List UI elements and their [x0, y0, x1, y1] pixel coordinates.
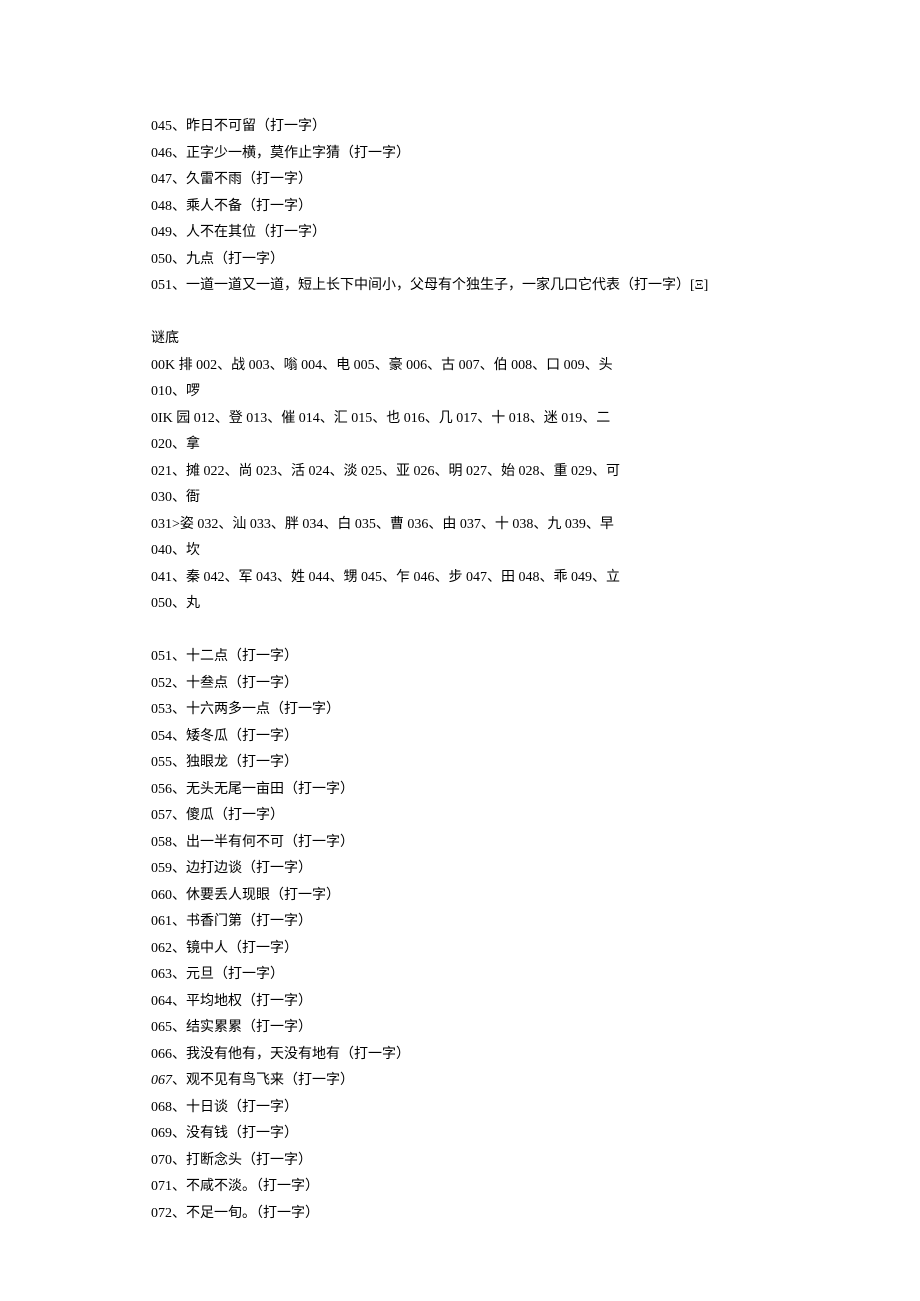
blank-line — [151, 300, 791, 327]
answer-line: 021、摊 022、尚 023、活 024、淡 025、亚 026、明 027、… — [151, 459, 791, 486]
riddle-line: 066、我没有他有，天没有地有（打一字） — [151, 1042, 791, 1069]
riddle-line: 054、矮冬瓜（打一字） — [151, 724, 791, 751]
riddle-line-067: 067、观不见有鸟飞来（打一字） — [151, 1068, 791, 1095]
riddle-line: 062、镜中人（打一字） — [151, 936, 791, 963]
riddle-line: 059、边打边谈（打一字） — [151, 856, 791, 883]
riddle-line: 061、书香门第（打一字） — [151, 909, 791, 936]
answer-line: 041、秦 042、军 043、姓 044、甥 045、乍 046、步 047、… — [151, 565, 791, 592]
riddle-067-text: 、观不见有鸟飞来（打一字） — [172, 1073, 354, 1088]
riddle-line: 058、出一半有何不可（打一字） — [151, 830, 791, 857]
answer-line: 040、坎 — [151, 538, 791, 565]
riddle-line: 064、平均地权（打一字） — [151, 989, 791, 1016]
document-page: 045、昨日不可留（打一字） 046、正字少一横，莫作止字猜（打一字） 047、… — [0, 0, 791, 1227]
riddle-line: 056、无头无尾一亩田（打一字） — [151, 777, 791, 804]
riddle-line: 046、正字少一横，莫作止字猜（打一字） — [151, 141, 791, 168]
riddle-line: 053、十六两多一点（打一字） — [151, 697, 791, 724]
riddle-line: 048、乘人不备（打一字） — [151, 194, 791, 221]
answer-line: 020、拿 — [151, 432, 791, 459]
answer-line: 0IK 园 012、登 013、催 014、汇 015、也 016、几 017、… — [151, 406, 791, 433]
riddle-line: 068、十日谈（打一字） — [151, 1095, 791, 1122]
riddle-line: 057、傻瓜（打一字） — [151, 803, 791, 830]
riddle-line: 052、十叁点（打一字） — [151, 671, 791, 698]
answer-line: 00K 排 002、战 003、嗡 004、电 005、豪 006、古 007、… — [151, 353, 791, 380]
riddle-line: 063、元旦（打一字） — [151, 962, 791, 989]
riddle-line: 070、打断念头（打一字） — [151, 1148, 791, 1175]
riddle-line: 069、没有钱（打一字） — [151, 1121, 791, 1148]
riddle-line: 065、结实累累（打一字） — [151, 1015, 791, 1042]
answer-line: 010、啰 — [151, 379, 791, 406]
riddle-line: 071、不咸不淡。（打一字） — [151, 1174, 791, 1201]
riddle-line: 051、一道一道又一道，短上长下中间小，父母有个独生子，一家几口它代表（打一字）… — [151, 273, 791, 300]
answer-line: 050、丸 — [151, 591, 791, 618]
answers-heading: 谜底 — [151, 326, 791, 353]
answer-line: 031>姿 032、汕 033、胖 034、白 035、曹 036、由 037、… — [151, 512, 791, 539]
riddle-line: 045、昨日不可留（打一字） — [151, 114, 791, 141]
riddle-line: 050、九点（打一字） — [151, 247, 791, 274]
riddle-line: 060、休要丢人现眼（打一字） — [151, 883, 791, 910]
riddle-line: 047、久雷不雨（打一字） — [151, 167, 791, 194]
riddle-line: 049、人不在其位（打一字） — [151, 220, 791, 247]
riddle-line: 051、十二点（打一字） — [151, 644, 791, 671]
answer-line: 030、衙 — [151, 485, 791, 512]
riddle-line: 055、独眼龙（打一字） — [151, 750, 791, 777]
riddle-line: 072、不足一旬。（打一字） — [151, 1201, 791, 1228]
riddle-067-number: 067 — [151, 1073, 172, 1088]
blank-line — [151, 618, 791, 645]
